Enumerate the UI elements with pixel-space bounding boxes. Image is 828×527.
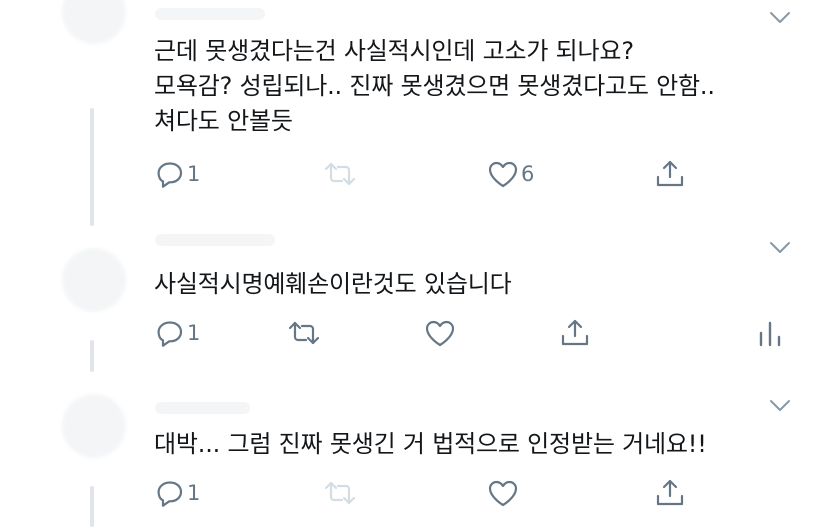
tweet-meta-blurred [155,402,250,414]
share-icon [656,160,684,187]
reply-button[interactable]: 1 [155,476,200,510]
avatar[interactable] [62,394,126,458]
analytics-button[interactable] [757,316,783,350]
action-bar: 1 6 [0,157,828,191]
like-icon [488,480,518,507]
retweet-icon [288,321,320,345]
retweet-button[interactable] [287,316,321,350]
tweet-meta-blurred [155,234,275,246]
retweet-icon [324,162,356,186]
like-button[interactable]: 6 [487,157,534,191]
tweet-text: 사실적시명예훼손이란것도 있습니다 [154,267,512,302]
like-button[interactable] [487,476,519,510]
reply-count: 1 [187,162,201,186]
tweet-text-line: 대박... 그럼 진짜 못생긴 거 법적으로 인정받는 거네요!! [154,430,707,458]
retweet-icon [324,481,356,505]
analytics-icon [759,321,781,347]
reply-icon [157,481,183,507]
retweet-button[interactable] [323,476,357,510]
tweet-text-line: 사실적시명예훼손이란것도 있습니다 [154,270,512,298]
chevron-down-icon[interactable] [768,10,792,26]
like-button[interactable] [424,316,456,350]
chevron-down-icon[interactable] [768,398,792,414]
like-icon [488,161,518,188]
tweet-text-line: 쳐다도 안볼듯 [154,107,293,135]
tweet-3[interactable]: 대박... 그럼 진짜 못생긴 거 법적으로 인정받는 거네요!! 1 [0,390,828,527]
tweet-text-line: 근데 못생겼다는건 사실적시인데 고소가 되나요? [154,37,634,65]
tweet-1[interactable]: 근데 못생겼다는건 사실적시인데 고소가 되나요? 모욕감? 성립되나.. 진짜… [0,0,828,240]
share-icon [561,319,589,346]
reply-count: 1 [187,321,201,345]
avatar[interactable] [62,248,126,312]
retweet-button[interactable] [323,157,357,191]
tweet-2[interactable]: 사실적시명예훼손이란것도 있습니다 1 [0,234,828,390]
reply-button[interactable]: 1 [155,316,200,350]
reply-button[interactable]: 1 [155,157,200,191]
tweet-text-line: 모욕감? 성립되나.. 진짜 못생겼으면 못생겼다고도 안함.. [154,72,715,100]
tweet-text: 대박... 그럼 진짜 못생긴 거 법적으로 인정받는 거네요!! [154,427,707,462]
tweet-meta-blurred [155,8,265,20]
reply-count: 1 [187,481,201,505]
reply-icon [157,162,183,188]
tweet-text: 근데 못생겼다는건 사실적시인데 고소가 되나요? 모욕감? 성립되나.. 진짜… [154,34,715,139]
share-button[interactable] [654,476,686,510]
action-bar: 1 [0,316,828,350]
like-icon [425,320,455,347]
share-button[interactable] [654,157,686,191]
share-button[interactable] [559,316,591,350]
action-bar: 1 [0,476,828,510]
like-count: 6 [521,162,535,186]
chevron-down-icon[interactable] [768,240,792,256]
avatar[interactable] [62,0,126,44]
reply-icon [157,321,183,347]
share-icon [656,479,684,506]
